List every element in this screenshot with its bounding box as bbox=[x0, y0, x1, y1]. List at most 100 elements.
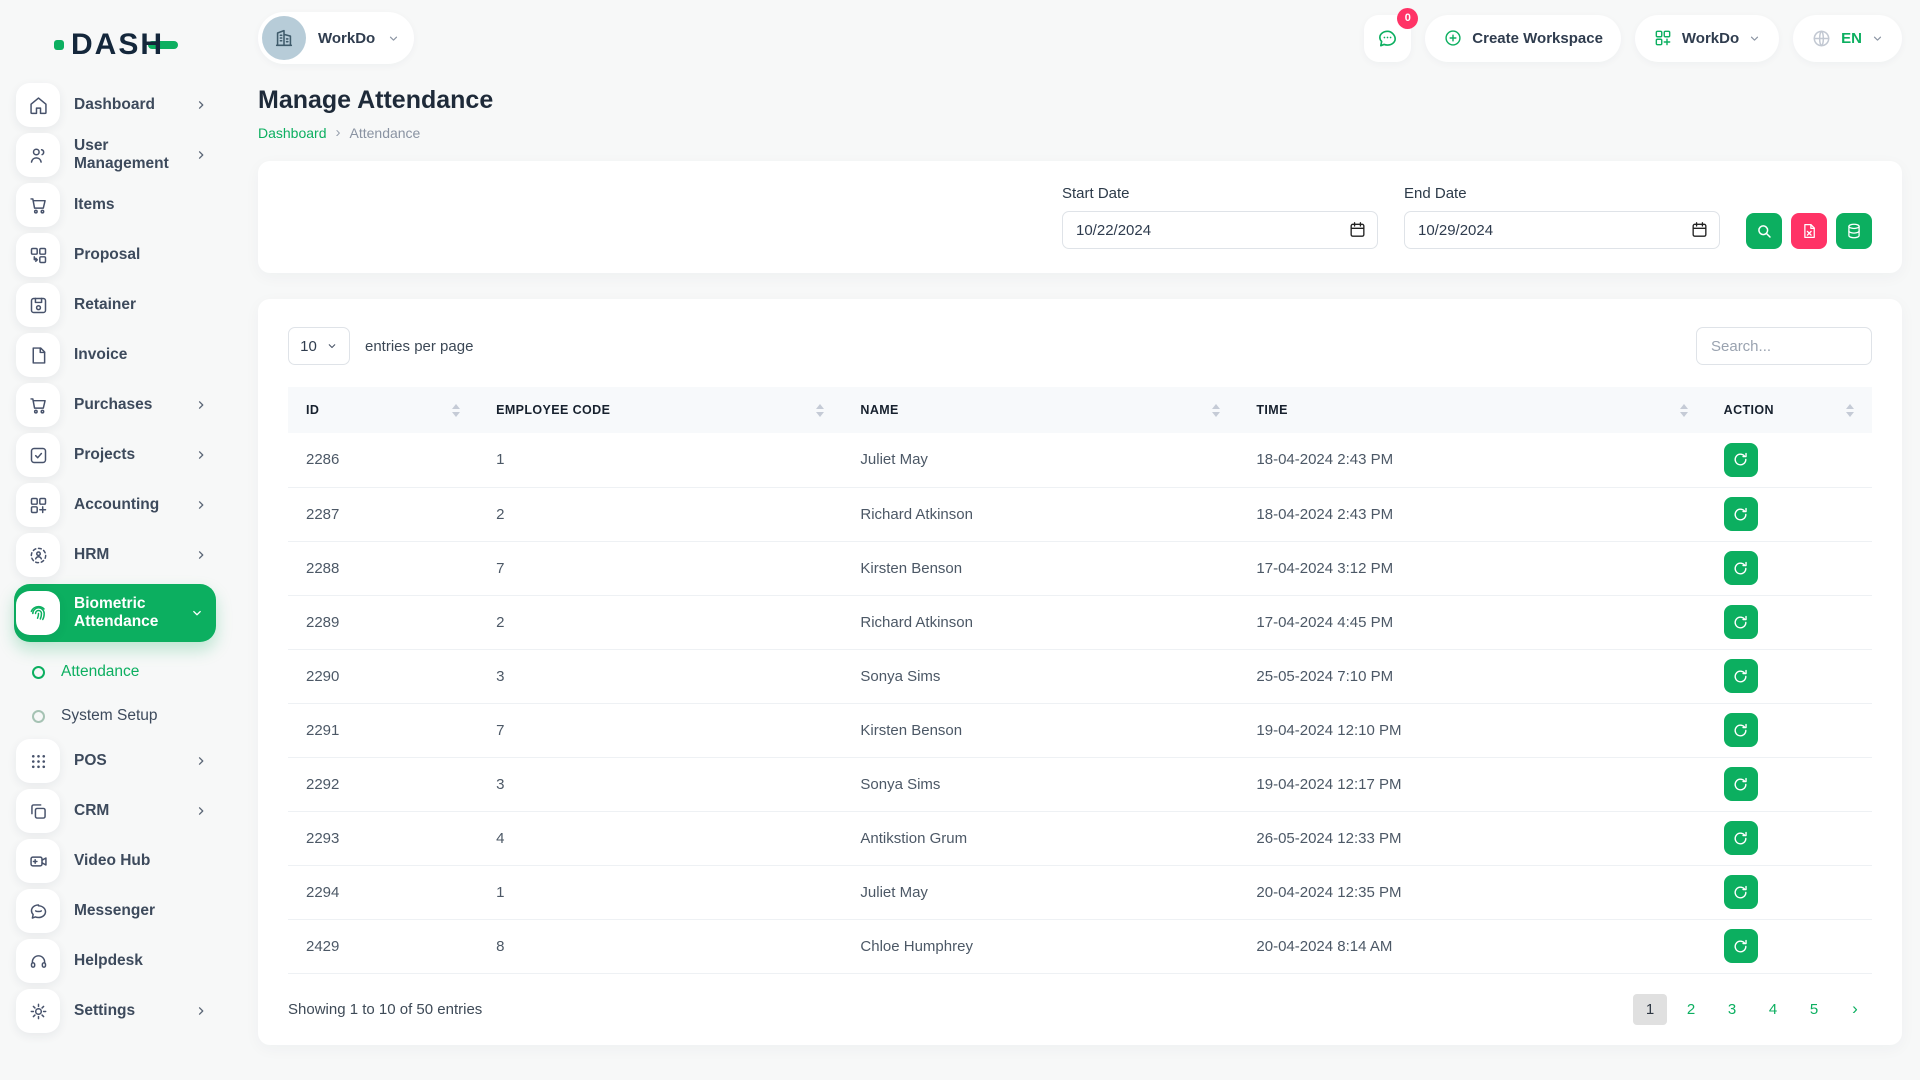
search-button[interactable] bbox=[1746, 213, 1782, 249]
pagination-page-1[interactable]: 1 bbox=[1633, 994, 1667, 1025]
sort-arrows-icon[interactable] bbox=[816, 404, 824, 417]
column-header-id[interactable]: ID bbox=[288, 387, 478, 433]
search-icon bbox=[1755, 222, 1773, 240]
sync-attendance-button[interactable] bbox=[1724, 551, 1758, 585]
workspace-switcher[interactable]: WorkDo bbox=[1635, 15, 1779, 62]
sync-attendance-button[interactable] bbox=[1724, 659, 1758, 693]
cell-action bbox=[1706, 541, 1872, 595]
pagination-next[interactable]: › bbox=[1838, 994, 1872, 1025]
workspace-pill[interactable]: WorkDo bbox=[258, 12, 414, 64]
table-search-input[interactable] bbox=[1696, 327, 1872, 365]
cell-id: 2288 bbox=[288, 541, 478, 595]
attendance-table-card: 10 entries per page ID EMPLOYEE CODENAME T… bbox=[258, 299, 1902, 1045]
entries-select[interactable]: 10 bbox=[288, 327, 350, 365]
breadcrumb-current: Attendance bbox=[350, 125, 421, 141]
sync-attendance-button[interactable] bbox=[1724, 713, 1758, 747]
end-date-input[interactable] bbox=[1404, 211, 1720, 249]
column-header-label: ID bbox=[306, 403, 319, 417]
video-icon bbox=[28, 851, 49, 872]
cell-action bbox=[1706, 865, 1872, 919]
cell-id: 2294 bbox=[288, 865, 478, 919]
sidebar-item-label: CRM bbox=[74, 802, 180, 820]
messages-button[interactable]: 0 bbox=[1364, 15, 1411, 62]
chevron-down-icon bbox=[1748, 32, 1761, 45]
pagination-page-2[interactable]: 2 bbox=[1674, 994, 1708, 1025]
breadcrumb-dashboard-link[interactable]: Dashboard bbox=[258, 125, 327, 141]
sync-attendance-button[interactable] bbox=[1724, 821, 1758, 855]
sidebar-item-projects[interactable]: Projects bbox=[14, 434, 216, 476]
sidebar-subitem-label: Attendance bbox=[61, 663, 216, 681]
sidebar-item-accounting[interactable]: Accounting bbox=[14, 484, 216, 526]
pagination-page-3[interactable]: 3 bbox=[1715, 994, 1749, 1025]
pagination-page-4[interactable]: 4 bbox=[1756, 994, 1790, 1025]
sidebar-item-user-management[interactable]: User Management bbox=[14, 134, 216, 176]
cell-name: Kirsten Benson bbox=[842, 541, 1238, 595]
sidebar-item-invoice[interactable]: Invoice bbox=[14, 334, 216, 376]
building-icon bbox=[273, 27, 295, 49]
sidebar-subitem-system-setup[interactable]: System Setup bbox=[14, 696, 216, 736]
sidebar-item-purchases[interactable]: Purchases bbox=[14, 384, 216, 426]
start-date-input[interactable] bbox=[1062, 211, 1378, 249]
sidebar-item-label: Helpdesk bbox=[74, 952, 208, 970]
cell-action bbox=[1706, 757, 1872, 811]
sync-attendance-button[interactable] bbox=[1724, 443, 1758, 477]
refresh-icon bbox=[1732, 506, 1749, 523]
sidebar-item-messenger[interactable]: Messenger bbox=[14, 890, 216, 932]
sort-arrows-icon[interactable] bbox=[452, 404, 460, 417]
column-header-employee-code[interactable]: EMPLOYEE CODE bbox=[478, 387, 842, 433]
cell-time: 19-04-2024 12:17 PM bbox=[1238, 757, 1705, 811]
sidebar: DASH Dashboard User Management Items Propos… bbox=[0, 0, 230, 1080]
fingerprint-icon bbox=[28, 603, 49, 624]
sidebar-item-settings[interactable]: Settings bbox=[14, 990, 216, 1032]
sync-attendance-button[interactable] bbox=[1724, 767, 1758, 801]
sync-attendance-button[interactable] bbox=[1724, 605, 1758, 639]
sidebar-item-proposal[interactable]: Proposal bbox=[14, 234, 216, 276]
sidebar-subitem-attendance[interactable]: Attendance bbox=[14, 652, 216, 692]
sidebar-item-biometric-attendance[interactable]: Biometric Attendance bbox=[14, 584, 216, 642]
refresh-icon bbox=[1732, 668, 1749, 685]
cell-id: 2291 bbox=[288, 703, 478, 757]
sidebar-item-pos[interactable]: POS bbox=[14, 740, 216, 782]
column-header-time[interactable]: TIME bbox=[1238, 387, 1705, 433]
export-button[interactable] bbox=[1836, 213, 1872, 249]
file-x-icon bbox=[1800, 222, 1818, 240]
language-label: EN bbox=[1841, 30, 1862, 47]
cell-employee-code: 3 bbox=[478, 649, 842, 703]
sidebar-item-retainer[interactable]: Retainer bbox=[14, 284, 216, 326]
cell-action bbox=[1706, 433, 1872, 487]
sync-attendance-button[interactable] bbox=[1724, 929, 1758, 963]
create-workspace-button[interactable]: Create Workspace bbox=[1425, 15, 1621, 62]
showing-entries-text: Showing 1 to 10 of 50 entries bbox=[288, 1001, 482, 1018]
cell-time: 20-04-2024 12:35 PM bbox=[1238, 865, 1705, 919]
sync-attendance-button[interactable] bbox=[1724, 875, 1758, 909]
start-date-field bbox=[1062, 211, 1378, 249]
sidebar-item-hrm[interactable]: HRM bbox=[14, 534, 216, 576]
sidebar-item-label: HRM bbox=[74, 546, 180, 564]
main-area: WorkDo 0 Create Workspace WorkDo EN bbox=[230, 0, 1920, 1045]
sort-arrows-icon[interactable] bbox=[1680, 404, 1688, 417]
cell-time: 17-04-2024 4:45 PM bbox=[1238, 595, 1705, 649]
column-header-action[interactable]: ACTION bbox=[1706, 387, 1872, 433]
column-header-name[interactable]: NAME bbox=[842, 387, 1238, 433]
sidebar-item-label: Settings bbox=[74, 1002, 180, 1020]
filter-actions bbox=[1746, 213, 1872, 249]
sidebar-item-label: Proposal bbox=[74, 246, 208, 264]
cell-id: 2290 bbox=[288, 649, 478, 703]
brand-logo[interactable]: DASH bbox=[14, 14, 216, 76]
column-header-label: TIME bbox=[1256, 403, 1287, 417]
sidebar-item-video-hub[interactable]: Video Hub bbox=[14, 840, 216, 882]
sidebar-item-helpdesk[interactable]: Helpdesk bbox=[14, 940, 216, 982]
sort-arrows-icon[interactable] bbox=[1212, 404, 1220, 417]
sort-arrows-icon[interactable] bbox=[1846, 404, 1854, 417]
entries-per-page: 10 entries per page bbox=[288, 327, 473, 365]
language-selector[interactable]: EN bbox=[1793, 15, 1902, 62]
pagination-page-5[interactable]: 5 bbox=[1797, 994, 1831, 1025]
sidebar-item-dashboard[interactable]: Dashboard bbox=[14, 84, 216, 126]
sidebar-menu: Dashboard User Management Items Proposal Ret… bbox=[14, 76, 216, 1032]
sidebar-item-crm[interactable]: CRM bbox=[14, 790, 216, 832]
chevron-right-icon bbox=[194, 148, 208, 162]
chevron-right-icon bbox=[194, 754, 208, 768]
sidebar-item-items[interactable]: Items bbox=[14, 184, 216, 226]
reset-button[interactable] bbox=[1791, 213, 1827, 249]
sync-attendance-button[interactable] bbox=[1724, 497, 1758, 531]
